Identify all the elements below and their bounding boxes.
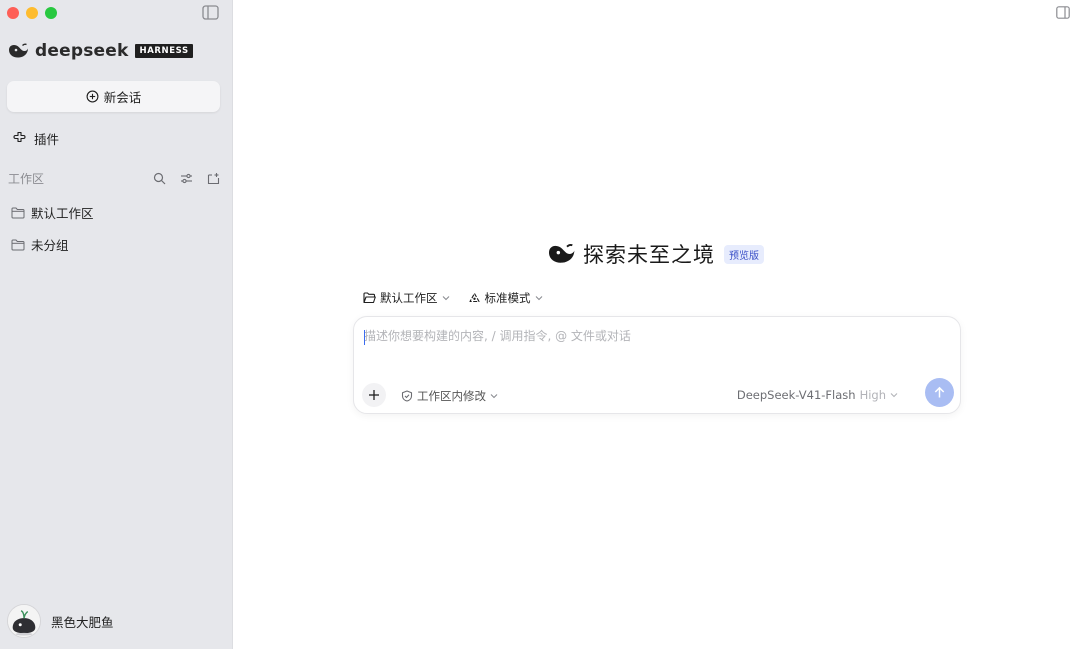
model-select[interactable]: DeepSeek-V41-Flash High xyxy=(737,388,898,402)
workspace-actions xyxy=(153,172,220,185)
prompt-input[interactable] xyxy=(364,329,944,343)
filter-sliders-icon[interactable] xyxy=(180,172,193,185)
chevron-down-icon xyxy=(535,296,542,301)
chevron-down-icon xyxy=(890,393,898,398)
new-chat-button[interactable]: 新会话 xyxy=(7,81,220,112)
new-chat-label: 新会话 xyxy=(103,90,142,105)
plus-icon xyxy=(369,390,379,400)
send-button[interactable] xyxy=(925,378,954,407)
plus-circle-icon xyxy=(86,90,99,103)
folder-icon xyxy=(11,207,25,218)
brand: deepseek HARNESS xyxy=(7,41,193,61)
workspace-title: 工作区 xyxy=(8,171,45,186)
folder-open-icon xyxy=(363,292,376,304)
shield-icon xyxy=(401,390,413,402)
maximize-window-button[interactable] xyxy=(45,7,57,19)
chevron-down-icon xyxy=(490,394,498,399)
edit-scope-label: 工作区内修改 xyxy=(417,389,486,403)
sidebar: deepseek HARNESS 新会话 插件 工作区 默认工作区 未分组 黑色… xyxy=(0,0,233,649)
sidebar-toggle-icon[interactable] xyxy=(202,5,219,20)
window-controls xyxy=(7,7,57,19)
app-window: deepseek HARNESS 新会话 插件 工作区 默认工作区 未分组 黑色… xyxy=(0,0,1080,649)
brand-badge: HARNESS xyxy=(135,44,193,58)
brand-name: deepseek xyxy=(35,41,129,61)
edit-scope-select[interactable]: 工作区内修改 xyxy=(401,388,498,404)
attach-button[interactable] xyxy=(362,383,386,407)
user-name: 黑色大肥鱼 xyxy=(51,614,114,630)
whale-logo-icon xyxy=(549,243,575,263)
whale-logo-icon xyxy=(9,43,28,58)
mode-select[interactable]: 标准模式 xyxy=(468,290,543,306)
new-folder-icon[interactable] xyxy=(207,172,220,185)
mode-select-label: 标准模式 xyxy=(484,291,531,305)
avatar xyxy=(7,604,41,638)
minimize-window-button[interactable] xyxy=(26,7,38,19)
hero-heading: 探索未至之境 预览版 xyxy=(546,239,764,269)
right-panel-toggle-icon[interactable] xyxy=(1056,6,1070,19)
close-window-button[interactable] xyxy=(7,7,19,19)
workspace-select-label: 默认工作区 xyxy=(380,291,438,305)
text-caret xyxy=(364,330,365,345)
context-selectors: 默认工作区 标准模式 xyxy=(363,290,543,306)
search-icon[interactable] xyxy=(153,172,166,185)
prompt-composer: 工作区内修改 DeepSeek-V41-Flash High xyxy=(353,316,961,414)
plugin-icon xyxy=(13,131,26,143)
plugins-label: 插件 xyxy=(34,132,60,147)
sidebar-item-workspace[interactable]: 未分组 xyxy=(11,235,69,254)
model-level: High xyxy=(859,388,886,402)
preview-badge: 预览版 xyxy=(724,244,764,264)
workspace-label: 默认工作区 xyxy=(31,206,94,221)
chevron-down-icon xyxy=(442,296,449,301)
sidebar-item-plugins[interactable]: 插件 xyxy=(12,129,59,148)
model-name: DeepSeek-V41-Flash xyxy=(736,388,856,402)
folder-icon xyxy=(11,239,25,250)
sidebar-item-workspace[interactable]: 默认工作区 xyxy=(11,203,94,222)
hero-title: 探索未至之境 xyxy=(583,243,715,267)
workspace-select[interactable]: 默认工作区 xyxy=(363,290,450,306)
arrow-up-icon xyxy=(934,386,945,398)
workspace-header: 工作区 xyxy=(8,170,220,186)
user-profile[interactable]: 黑色大肥鱼 xyxy=(7,604,114,638)
cycle-icon xyxy=(468,292,480,303)
workspace-label: 未分组 xyxy=(31,238,69,253)
main-content: 探索未至之境 预览版 默认工作区 标准模式 描述你想要构建的内容, / 调用指令… xyxy=(233,0,1080,649)
